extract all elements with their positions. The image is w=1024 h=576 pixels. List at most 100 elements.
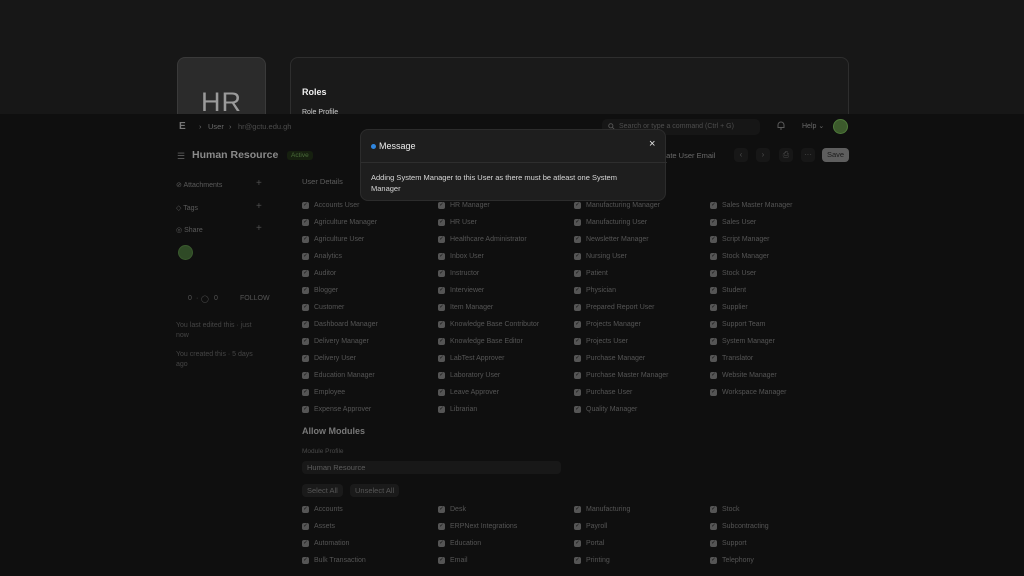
checkbox-checked-icon[interactable]: ✓ <box>302 202 309 209</box>
prev-record-button[interactable]: ‹ <box>734 148 748 162</box>
checkbox-checked-icon[interactable]: ✓ <box>574 506 581 513</box>
checkbox-item[interactable]: ✓ Email <box>438 557 468 564</box>
checkbox-checked-icon[interactable]: ✓ <box>438 523 445 530</box>
checkbox-checked-icon[interactable]: ✓ <box>302 506 309 513</box>
checkbox-checked-icon[interactable]: ✓ <box>710 506 717 513</box>
unselect-all-button[interactable]: Unselect All <box>350 484 400 497</box>
help-menu[interactable]: Help ⌄ <box>802 122 824 130</box>
checkbox-checked-icon[interactable]: ✓ <box>302 540 309 547</box>
checkbox-item[interactable]: ✓ Purchase User <box>574 389 632 396</box>
checkbox-item[interactable]: ✓ Dashboard Manager <box>302 321 378 328</box>
checkbox-item[interactable]: ✓ Nursing User <box>574 253 627 260</box>
checkbox-item[interactable]: ✓ Delivery Manager <box>302 338 369 345</box>
checkbox-item[interactable]: ✓ Payroll <box>574 523 607 530</box>
checkbox-item[interactable]: ✓ Accounts <box>302 506 343 513</box>
checkbox-item[interactable]: ✓ HR Manager <box>438 202 490 209</box>
checkbox-checked-icon[interactable]: ✓ <box>710 523 717 530</box>
checkbox-item[interactable]: ✓ Assets <box>302 523 335 530</box>
checkbox-checked-icon[interactable]: ✓ <box>438 270 445 277</box>
checkbox-item[interactable]: ✓ Newsletter Manager <box>574 236 649 243</box>
checkbox-checked-icon[interactable]: ✓ <box>438 389 445 396</box>
checkbox-checked-icon[interactable]: ✓ <box>438 219 445 226</box>
checkbox-checked-icon[interactable]: ✓ <box>574 372 581 379</box>
checkbox-item[interactable]: ✓ Portal <box>574 540 604 547</box>
checkbox-item[interactable]: ✓ Manufacturing <box>574 506 630 513</box>
checkbox-item[interactable]: ✓ Laboratory User <box>438 372 500 379</box>
checkbox-checked-icon[interactable]: ✓ <box>574 338 581 345</box>
checkbox-item[interactable]: ✓ Leave Approver <box>438 389 499 396</box>
checkbox-item[interactable]: ✓ Agriculture User <box>302 236 364 243</box>
checkbox-item[interactable]: ✓ Stock User <box>710 270 756 277</box>
checkbox-checked-icon[interactable]: ✓ <box>302 372 309 379</box>
checkbox-item[interactable]: ✓ Employee <box>302 389 345 396</box>
checkbox-checked-icon[interactable]: ✓ <box>574 321 581 328</box>
menu-icon[interactable]: ☰ <box>177 151 185 162</box>
shared-user-avatar[interactable] <box>178 245 193 260</box>
checkbox-item[interactable]: ✓ Auditor <box>302 270 336 277</box>
checkbox-item[interactable]: ✓ Physician <box>574 287 616 294</box>
checkbox-checked-icon[interactable]: ✓ <box>710 236 717 243</box>
checkbox-item[interactable]: ✓ Librarian <box>438 406 477 413</box>
checkbox-item[interactable]: ✓ Translator <box>710 355 753 362</box>
checkbox-item[interactable]: ✓ Delivery User <box>302 355 356 362</box>
add-attachment-button[interactable]: + <box>256 178 262 189</box>
checkbox-item[interactable]: ✓ Prepared Report User <box>574 304 654 311</box>
checkbox-checked-icon[interactable]: ✓ <box>302 523 309 530</box>
add-tag-button[interactable]: + <box>256 201 262 212</box>
checkbox-checked-icon[interactable]: ✓ <box>438 355 445 362</box>
checkbox-checked-icon[interactable]: ✓ <box>302 236 309 243</box>
checkbox-item[interactable]: ✓ Patient <box>574 270 608 277</box>
checkbox-item[interactable]: ✓ Telephony <box>710 557 754 564</box>
checkbox-item[interactable]: ✓ Automation <box>302 540 349 547</box>
follow-button[interactable]: FOLLOW <box>240 295 270 302</box>
checkbox-item[interactable]: ✓ Bulk Transaction <box>302 557 366 564</box>
checkbox-checked-icon[interactable]: ✓ <box>710 321 717 328</box>
checkbox-item[interactable]: ✓ Interviewer <box>438 287 484 294</box>
checkbox-checked-icon[interactable]: ✓ <box>574 304 581 311</box>
checkbox-item[interactable]: ✓ Student <box>710 287 746 294</box>
breadcrumb-user[interactable]: User <box>208 122 224 131</box>
checkbox-item[interactable]: ✓ Agriculture Manager <box>302 219 377 226</box>
checkbox-item[interactable]: ✓ Item Manager <box>438 304 493 311</box>
checkbox-checked-icon[interactable]: ✓ <box>574 523 581 530</box>
checkbox-item[interactable]: ✓ Purchase Master Manager <box>574 372 668 379</box>
checkbox-checked-icon[interactable]: ✓ <box>302 557 309 564</box>
checkbox-item[interactable]: ✓ Analytics <box>302 253 342 260</box>
checkbox-checked-icon[interactable]: ✓ <box>574 236 581 243</box>
checkbox-checked-icon[interactable]: ✓ <box>574 389 581 396</box>
checkbox-checked-icon[interactable]: ✓ <box>302 287 309 294</box>
checkbox-item[interactable]: ✓ Sales Master Manager <box>710 202 792 209</box>
create-user-email-button[interactable]: eate User Email <box>662 151 715 160</box>
checkbox-item[interactable]: ✓ Script Manager <box>710 236 769 243</box>
checkbox-checked-icon[interactable]: ✓ <box>710 270 717 277</box>
checkbox-checked-icon[interactable]: ✓ <box>438 321 445 328</box>
checkbox-item[interactable]: ✓ Workspace Manager <box>710 389 786 396</box>
checkbox-checked-icon[interactable]: ✓ <box>710 219 717 226</box>
next-record-button[interactable]: › <box>756 148 770 162</box>
checkbox-item[interactable]: ✓ Website Manager <box>710 372 777 379</box>
breadcrumb-record[interactable]: hr@gctu.edu.gh <box>238 122 291 131</box>
checkbox-item[interactable]: ✓ Knowledge Base Editor <box>438 338 523 345</box>
checkbox-item[interactable]: ✓ Instructor <box>438 270 479 277</box>
user-avatar[interactable] <box>833 119 848 134</box>
checkbox-item[interactable]: ✓ LabTest Approver <box>438 355 504 362</box>
checkbox-item[interactable]: ✓ HR User <box>438 219 477 226</box>
checkbox-checked-icon[interactable]: ✓ <box>438 557 445 564</box>
checkbox-checked-icon[interactable]: ✓ <box>438 372 445 379</box>
checkbox-item[interactable]: ✓ Printing <box>574 557 610 564</box>
checkbox-checked-icon[interactable]: ✓ <box>438 406 445 413</box>
select-all-button[interactable]: Select All <box>302 484 343 497</box>
checkbox-checked-icon[interactable]: ✓ <box>710 287 717 294</box>
module-profile-input[interactable]: Human Resource <box>302 461 561 474</box>
checkbox-checked-icon[interactable]: ✓ <box>302 321 309 328</box>
checkbox-item[interactable]: ✓ Education <box>438 540 481 547</box>
checkbox-checked-icon[interactable]: ✓ <box>438 236 445 243</box>
checkbox-item[interactable]: ✓ Manufacturing Manager <box>574 202 660 209</box>
checkbox-checked-icon[interactable]: ✓ <box>302 304 309 311</box>
checkbox-checked-icon[interactable]: ✓ <box>710 202 717 209</box>
checkbox-item[interactable]: ✓ Customer <box>302 304 344 311</box>
checkbox-item[interactable]: ✓ Blogger <box>302 287 338 294</box>
save-button[interactable]: Save <box>822 148 849 162</box>
checkbox-checked-icon[interactable]: ✓ <box>710 253 717 260</box>
checkbox-checked-icon[interactable]: ✓ <box>710 372 717 379</box>
